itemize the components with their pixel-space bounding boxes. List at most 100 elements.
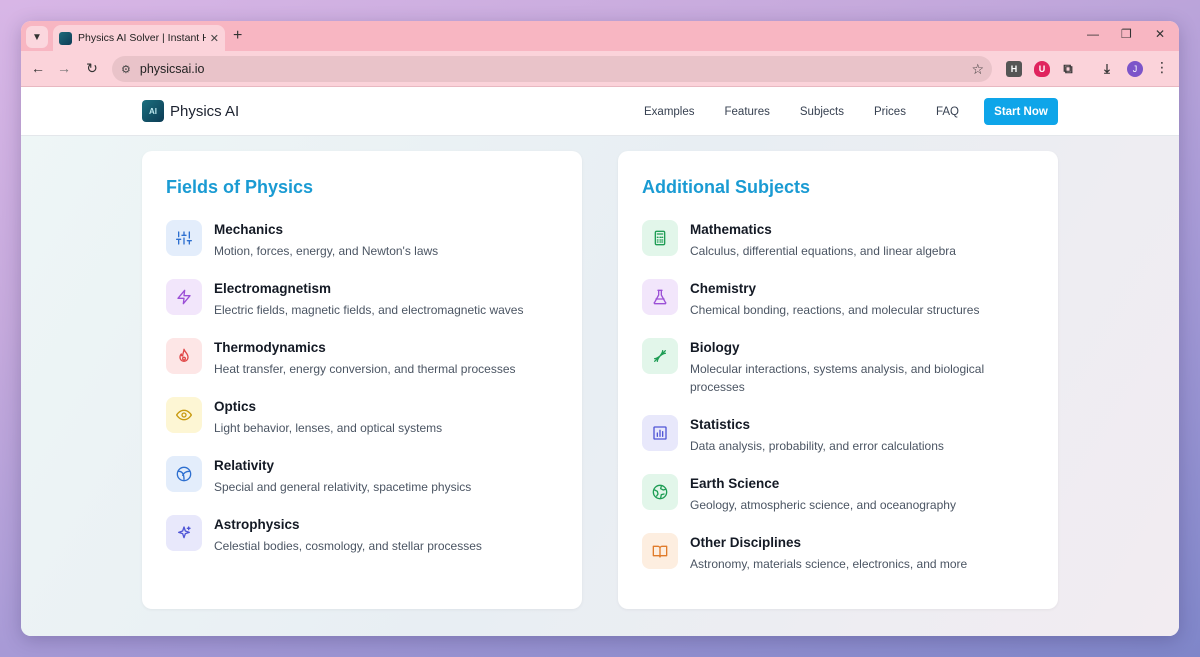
close-icon[interactable]: ✕ xyxy=(210,32,219,45)
item-name: Thermodynamics xyxy=(214,340,326,355)
list-item[interactable]: Earth Science Geology, atmospheric scienc… xyxy=(642,474,1034,514)
address-bar[interactable]: ⚙ physicsai.io ☆ xyxy=(112,56,992,82)
calculator-icon xyxy=(642,220,678,256)
nav-link-faq[interactable]: FAQ xyxy=(936,106,959,118)
item-name: Electromagnetism xyxy=(214,281,332,296)
nav-links: Examples Features Subjects Prices FAQ xyxy=(644,87,989,136)
item-description: Heat transfer, energy conversion, and th… xyxy=(214,362,516,376)
item-name: Optics xyxy=(214,399,257,414)
list-item[interactable]: Optics Light behavior, lenses, and optica… xyxy=(166,397,558,437)
item-text: Astrophysics Celestial bodies, cosmology,… xyxy=(214,515,482,555)
brand-name: Physics AI xyxy=(170,102,240,120)
list-item[interactable]: Thermodynamics Heat transfer, energy conv… xyxy=(166,338,558,378)
restore-icon[interactable]: ❐ xyxy=(1121,27,1132,41)
star-icon[interactable]: ☆ xyxy=(971,61,984,78)
avatar[interactable]: J xyxy=(1127,61,1143,77)
tab-favicon xyxy=(59,31,72,45)
tune-icon[interactable]: ⚙ xyxy=(121,63,131,76)
fields-card: Fields of Physics Mechanics Motion, force… xyxy=(142,151,582,609)
tab-strip: ▼ Physics AI Solver | Instant Homew ✕ + … xyxy=(21,21,1179,51)
item-text: Relativity Special and general relativity… xyxy=(214,456,471,496)
item-description: Data analysis, probability, and error ca… xyxy=(690,439,944,453)
arrow-right-icon[interactable]: → xyxy=(55,60,73,76)
list-item[interactable]: Mathematics Calculus, differential equati… xyxy=(642,220,1034,260)
list-item[interactable]: Statistics Data analysis, probability, an… xyxy=(642,415,1034,455)
browser-tab[interactable]: Physics AI Solver | Instant Homew ✕ xyxy=(53,25,225,51)
start-now-button[interactable]: Start Now xyxy=(984,98,1058,125)
item-name: Astrophysics xyxy=(214,517,300,532)
item-name: Other Disciplines xyxy=(690,535,802,550)
globe-icon xyxy=(642,474,678,510)
browser-toolbar: ← → ↻ ⚙ physicsai.io ☆ H U ⧉ ⤓ J ⋮ xyxy=(21,51,1179,87)
list-item[interactable]: Astrophysics Celestial bodies, cosmology,… xyxy=(166,515,558,555)
item-text: Mechanics Motion, forces, energy, and New… xyxy=(214,220,438,260)
subjects-list: Mathematics Calculus, differential equati… xyxy=(642,220,1034,573)
sliders-icon xyxy=(166,220,202,256)
dna-icon xyxy=(642,338,678,374)
item-text: Other Disciplines Astronomy, materials sc… xyxy=(690,533,967,573)
item-text: Statistics Data analysis, probability, an… xyxy=(690,415,944,455)
list-item[interactable]: Relativity Special and general relativity… xyxy=(166,456,558,496)
item-name: Biology xyxy=(690,340,740,355)
item-text: Mathematics Calculus, differential equati… xyxy=(690,220,956,260)
item-name: Mechanics xyxy=(214,222,284,237)
item-description: Astronomy, materials science, electronic… xyxy=(690,557,968,571)
item-description: Geology, atmospheric science, and oceano… xyxy=(690,498,956,512)
download-icon[interactable]: ⤓ xyxy=(1099,61,1115,77)
sparkles-icon xyxy=(166,515,202,551)
list-item[interactable]: Other Disciplines Astronomy, materials sc… xyxy=(642,533,1034,573)
browser-window: ▼ Physics AI Solver | Instant Homew ✕ + … xyxy=(21,21,1179,636)
plus-icon[interactable]: + xyxy=(233,27,242,45)
nav-link-prices[interactable]: Prices xyxy=(874,106,906,118)
item-text: Earth Science Geology, atmospheric scienc… xyxy=(690,474,956,514)
item-text: Thermodynamics Heat transfer, energy conv… xyxy=(214,338,516,378)
tab-title: Physics AI Solver | Instant Homew xyxy=(78,32,206,44)
item-text: Chemistry Chemical bonding, reactions, an… xyxy=(690,279,979,319)
url-text[interactable]: physicsai.io xyxy=(140,62,205,76)
item-text: Electromagnetism Electric fields, magneti… xyxy=(214,279,523,319)
lightning-icon xyxy=(166,279,202,315)
list-item[interactable]: Electromagnetism Electric fields, magneti… xyxy=(166,279,558,319)
close-icon[interactable]: ✕ xyxy=(1155,27,1165,41)
item-description: Celestial bodies, cosmology, and stellar… xyxy=(214,539,482,553)
item-description: Electric fields, magnetic fields, and el… xyxy=(214,303,524,317)
atom-logo-icon: AI xyxy=(142,100,164,122)
puzzle-icon[interactable]: ⧉ xyxy=(1060,61,1076,77)
flame-icon xyxy=(166,338,202,374)
list-item[interactable]: Chemistry Chemical bonding, reactions, an… xyxy=(642,279,1034,319)
minimize-icon[interactable]: — xyxy=(1087,27,1099,41)
item-name: Mathematics xyxy=(690,222,772,237)
item-name: Statistics xyxy=(690,417,751,432)
item-description: Light behavior, lenses, and optical syst… xyxy=(214,421,443,435)
list-item[interactable]: Biology Molecular interactions, systems a… xyxy=(642,338,1034,396)
item-description: Molecular interactions, systems analysis… xyxy=(690,362,985,394)
nav-link-features[interactable]: Features xyxy=(725,106,770,118)
reload-icon[interactable]: ↻ xyxy=(83,60,101,77)
nav-link-examples[interactable]: Examples xyxy=(644,106,695,118)
book-icon xyxy=(642,533,678,569)
item-text: Optics Light behavior, lenses, and optica… xyxy=(214,397,442,437)
item-name: Relativity xyxy=(214,458,275,473)
item-description: Special and general relativity, spacetim… xyxy=(214,480,472,494)
bar-chart-icon xyxy=(642,415,678,451)
orbit-icon xyxy=(166,456,202,492)
chevron-down-icon[interactable]: ▼ xyxy=(26,26,48,48)
subjects-card: Additional Subjects Mathematics Calculus,… xyxy=(618,151,1058,609)
eye-icon xyxy=(166,397,202,433)
list-item[interactable]: Mechanics Motion, forces, energy, and New… xyxy=(166,220,558,260)
subjects-title: Additional Subjects xyxy=(642,177,811,197)
item-description: Motion, forces, energy, and Newton's law… xyxy=(214,244,439,258)
shield-extension-icon[interactable]: U xyxy=(1034,61,1050,77)
fields-list: Mechanics Motion, forces, energy, and New… xyxy=(166,220,558,555)
kebab-icon[interactable]: ⋮ xyxy=(1155,59,1169,76)
extension-h-icon[interactable]: H xyxy=(1006,61,1022,77)
brand[interactable]: AI Physics AI xyxy=(142,100,239,122)
nav-link-subjects[interactable]: Subjects xyxy=(800,106,844,118)
flask-icon xyxy=(642,279,678,315)
arrow-left-icon[interactable]: ← xyxy=(29,60,47,76)
item-description: Chemical bonding, reactions, and molecul… xyxy=(690,303,980,317)
site-header: AI Physics AI Examples Features Subjects… xyxy=(21,87,1179,136)
item-name: Chemistry xyxy=(690,281,757,296)
item-text: Biology Molecular interactions, systems a… xyxy=(690,338,1034,396)
item-description: Calculus, differential equations, and li… xyxy=(690,244,956,258)
